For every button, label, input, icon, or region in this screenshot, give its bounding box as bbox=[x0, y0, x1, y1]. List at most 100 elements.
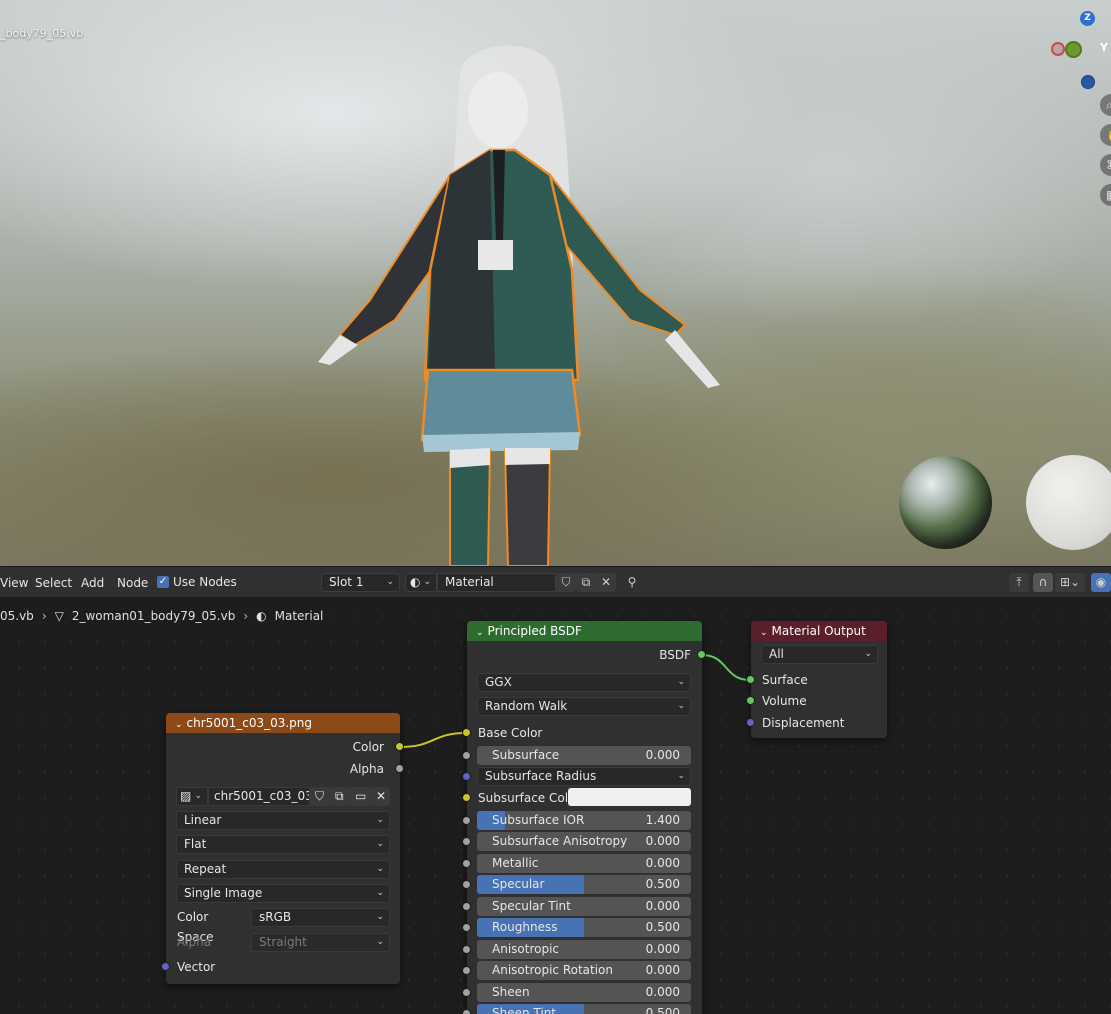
overlay-icon[interactable]: ◉ bbox=[1091, 573, 1111, 592]
duplicate-icon[interactable]: ⧉ bbox=[576, 573, 596, 592]
mesh-icon: ▽ bbox=[54, 609, 64, 623]
output-node-header[interactable]: ⌄ Material Output bbox=[751, 621, 887, 641]
material-output-node[interactable]: ⌄ Material Output All ⌄ Surface Volume Dis… bbox=[746, 621, 887, 738]
character-model[interactable] bbox=[310, 40, 730, 566]
gizmo-z-negative[interactable] bbox=[1081, 75, 1095, 89]
slider-input-socket[interactable] bbox=[462, 902, 471, 911]
zoom-icon[interactable]: ⌕ bbox=[1100, 94, 1111, 116]
bsdf-slider-anisotropic-rotation[interactable]: Anisotropic Rotation 0.000 bbox=[477, 961, 691, 980]
slider-input-socket[interactable] bbox=[462, 859, 471, 868]
snap-magnet-icon[interactable]: ∩ bbox=[1033, 573, 1053, 592]
menu-node[interactable]: Node bbox=[117, 576, 148, 590]
collapse-chevron-icon[interactable]: ⌄ bbox=[476, 628, 484, 638]
material-browse-button[interactable]: ◐ ⌄ bbox=[405, 573, 437, 592]
bsdf-slider-subsurface-anisotropy[interactable]: Subsurface Anisotropy 0.000 bbox=[477, 832, 691, 851]
open-folder-icon[interactable]: ▭ bbox=[350, 787, 370, 806]
camera-icon[interactable]: ⌘ bbox=[1100, 154, 1111, 176]
chevron-down-icon: ⌄ bbox=[376, 864, 384, 874]
subsurface-method-dropdown[interactable]: Random Walk ⌄ bbox=[477, 697, 691, 716]
slider-value: 1.400 bbox=[645, 813, 680, 827]
material-name-field[interactable]: Material bbox=[437, 573, 556, 592]
output-target-dropdown[interactable]: All ⌄ bbox=[761, 645, 878, 664]
use-nodes-toggle[interactable]: ✓ Use Nodes bbox=[157, 575, 237, 589]
bsdf-slider-subsurface[interactable]: Subsurface 0.000 bbox=[477, 746, 691, 765]
slider-value: 0.000 bbox=[645, 748, 680, 762]
bsdf-slider-sheen-tint[interactable]: Sheen Tint 0.500 bbox=[477, 1004, 691, 1014]
fake-user-shield-icon[interactable]: ⛉ bbox=[310, 787, 330, 806]
bsdf-slider-roughness[interactable]: Roughness 0.500 bbox=[477, 918, 691, 937]
slider-label: Sheen Tint bbox=[492, 1006, 557, 1014]
color-space-dropdown[interactable]: sRGB ⌄ bbox=[251, 908, 390, 927]
slider-input-socket[interactable] bbox=[462, 880, 471, 889]
alpha-mode-value: Straight bbox=[259, 935, 307, 949]
projection-dropdown[interactable]: Flat ⌄ bbox=[176, 835, 390, 854]
output-node-title: Material Output bbox=[771, 624, 866, 638]
slot-value: Slot 1 bbox=[329, 575, 364, 589]
subsurface-radius-dropdown[interactable]: Subsurface Radius ⌄ bbox=[477, 767, 691, 786]
slider-input-socket[interactable] bbox=[462, 837, 471, 846]
gizmo-y-label: Y bbox=[1100, 41, 1108, 54]
bsdf-slider-subsurface-ior[interactable]: Subsurface IOR 1.400 bbox=[477, 811, 691, 830]
fake-user-shield-icon[interactable]: ⛉ bbox=[556, 573, 576, 592]
image-browse-button[interactable]: ▨ ⌄ bbox=[176, 787, 208, 806]
gizmo-x-negative[interactable] bbox=[1051, 42, 1065, 56]
snap-grid-icon[interactable]: ⊞⌄ bbox=[1055, 573, 1085, 592]
gizmo-z-axis[interactable]: Z bbox=[1080, 11, 1095, 26]
bsdf-slider-sheen[interactable]: Sheen 0.000 bbox=[477, 983, 691, 1002]
image-node-header[interactable]: ⌄ chr5001_c03_03.png bbox=[166, 713, 400, 733]
interpolation-dropdown[interactable]: Linear ⌄ bbox=[176, 811, 390, 830]
source-dropdown[interactable]: Single Image ⌄ bbox=[176, 884, 390, 903]
slider-input-socket[interactable] bbox=[462, 816, 471, 825]
pan-hand-icon[interactable]: ✋ bbox=[1100, 124, 1111, 146]
collapse-chevron-icon[interactable]: ⌄ bbox=[175, 720, 183, 730]
subsurface-radius-socket[interactable] bbox=[462, 772, 471, 781]
bsdf-slider-specular-tint[interactable]: Specular Tint 0.000 bbox=[477, 897, 691, 916]
slider-input-socket[interactable] bbox=[462, 751, 471, 760]
close-icon[interactable]: ✕ bbox=[596, 573, 616, 592]
slider-input-socket[interactable] bbox=[462, 988, 471, 997]
node-canvas[interactable]: 05.vb › ▽ 2_woman01_body79_05.vb › ◐ Mat… bbox=[0, 597, 1111, 1014]
chevron-down-icon: ⌄ bbox=[376, 912, 384, 922]
collapse-chevron-icon[interactable]: ⌄ bbox=[760, 628, 768, 638]
slider-label: Roughness bbox=[492, 920, 558, 934]
alpha-output-socket[interactable] bbox=[395, 764, 404, 773]
pin-icon[interactable]: ⚲ bbox=[622, 573, 642, 592]
principled-bsdf-node[interactable]: ⌄ Principled BSDF BSDF GGX ⌄ Random Walk ⌄ … bbox=[462, 621, 706, 1014]
distribution-dropdown[interactable]: GGX ⌄ bbox=[477, 673, 691, 692]
bsdf-slider-metallic[interactable]: Metallic 0.000 bbox=[477, 854, 691, 873]
slider-value: 0.000 bbox=[645, 963, 680, 977]
grid-icon[interactable]: ▦ bbox=[1100, 184, 1111, 206]
menu-view[interactable]: View bbox=[0, 576, 28, 590]
slider-value: 0.500 bbox=[645, 877, 680, 891]
3d-viewport[interactable]: _body79_05.vb Z Y ⌕ ✋ ⌘ ▦ bbox=[0, 0, 1111, 566]
slot-dropdown[interactable]: Slot 1 ⌄ bbox=[321, 573, 400, 592]
menu-select[interactable]: Select bbox=[35, 576, 72, 590]
image-texture-node[interactable]: ⌄ chr5001_c03_03.png Color Alpha ▨ ⌄ chr50… bbox=[161, 713, 404, 984]
bsdf-slider-anisotropic[interactable]: Anisotropic 0.000 bbox=[477, 940, 691, 959]
duplicate-icon[interactable]: ⧉ bbox=[330, 787, 350, 806]
source-value: Single Image bbox=[184, 886, 263, 900]
parent-node-tree-icon[interactable]: ⤒ bbox=[1009, 573, 1029, 592]
slider-label: Specular Tint bbox=[492, 899, 571, 913]
breadcrumb-object: 05.vb bbox=[0, 609, 34, 623]
bsdf-node-title: Principled BSDF bbox=[487, 624, 582, 638]
alpha-mode-label: Alpha bbox=[177, 935, 212, 949]
menu-add[interactable]: Add bbox=[81, 576, 104, 590]
slider-input-socket[interactable] bbox=[462, 966, 471, 975]
extension-dropdown[interactable]: Repeat ⌄ bbox=[176, 860, 390, 879]
slider-value: 0.000 bbox=[645, 985, 680, 999]
color-output-socket[interactable] bbox=[395, 742, 404, 751]
displacement-input-label: Displacement bbox=[762, 716, 845, 730]
slider-input-socket[interactable] bbox=[462, 1009, 471, 1014]
bsdf-output-socket[interactable] bbox=[697, 650, 706, 659]
bsdf-slider-specular[interactable]: Specular 0.500 bbox=[477, 875, 691, 894]
checkbox-checked-icon[interactable]: ✓ bbox=[157, 576, 169, 588]
image-name-field[interactable]: chr5001_c03_03.p... bbox=[208, 787, 310, 806]
close-icon[interactable]: ✕ bbox=[370, 787, 390, 806]
bsdf-node-header[interactable]: ⌄ Principled BSDF bbox=[467, 621, 702, 641]
subsurface-color-swatch[interactable] bbox=[568, 788, 691, 806]
gizmo-y-axis[interactable] bbox=[1065, 41, 1082, 58]
slider-input-socket[interactable] bbox=[462, 945, 471, 954]
image-icon: ▨ bbox=[180, 789, 192, 803]
slider-input-socket[interactable] bbox=[462, 923, 471, 932]
